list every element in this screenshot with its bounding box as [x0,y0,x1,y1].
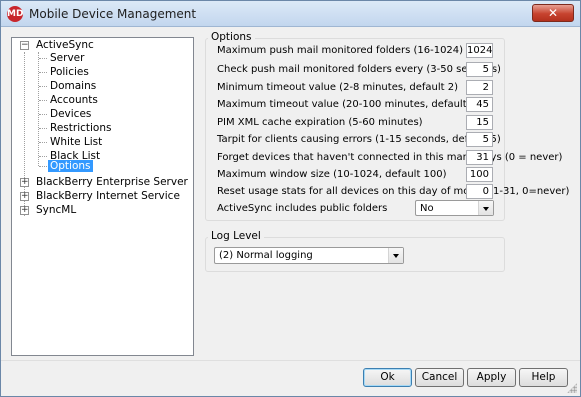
option-label: Minimum timeout value (2-8 minutes, defa… [217,82,459,93]
option-label: Reset usage stats for all devices on thi… [217,186,570,197]
reset-stats-day-input[interactable]: 0 [466,184,493,199]
forget-devices-days-input[interactable]: 31 [466,150,493,165]
option-label: Maximum timeout value (20-100 minutes, d… [217,99,487,110]
option-label: PIM XML cache expiration (5-60 minutes) [217,117,423,128]
tree-node-white-list[interactable]: White List [48,135,104,149]
max-window-size-input[interactable]: 100 [466,167,493,182]
tree-node-accounts[interactable]: Accounts [48,93,100,107]
window-title: Mobile Device Management [29,7,197,21]
option-label: Check push mail monitored folders every … [217,64,501,75]
tree-node-restrictions[interactable]: Restrictions [48,121,113,135]
cancel-button[interactable]: Cancel [415,368,464,387]
mdm-window: MD Mobile Device Management ✕ − ActiveSy… [0,0,581,397]
title-bar: MD Mobile Device Management ✕ [1,1,580,27]
tree-node-blackberry-enterprise-server[interactable]: BlackBerry Enterprise Server [34,175,190,189]
tree-node-server[interactable]: Server [48,51,86,65]
app-logo-icon: MD [7,6,23,22]
tree-node-syncml[interactable]: SyncML [34,203,78,217]
apply-button[interactable]: Apply [467,368,516,387]
pim-cache-expiration-input[interactable]: 15 [466,115,493,130]
option-label: Maximum push mail monitored folders (16-… [217,45,464,56]
ok-button[interactable]: Ok [363,368,412,387]
options-group-title: Options [208,31,255,43]
navigation-tree[interactable]: − ActiveSync Server Policies Domains Acc… [11,37,194,356]
footer-divider [1,360,580,361]
option-label: Maximum window size (10-1024, default 10… [217,169,447,180]
collapse-icon[interactable]: − [20,41,29,50]
expand-icon[interactable]: + [20,206,29,215]
help-button[interactable]: Help [519,368,568,387]
tree-connector [38,52,39,166]
select-value: (2) Normal logging [219,250,313,261]
check-push-interval-input[interactable]: 5 [466,62,493,77]
tarpit-input[interactable]: 5 [466,132,493,147]
tree-node-domains[interactable]: Domains [48,79,98,93]
tree-node-policies[interactable]: Policies [48,65,91,79]
expand-icon[interactable]: + [20,192,29,201]
tree-node-activesync[interactable]: ActiveSync [34,38,96,52]
resize-grip-icon[interactable] [567,383,577,393]
dropdown-arrow-icon [388,248,403,263]
tree-node-label: ActiveSync [36,39,94,51]
option-label: Tarpit for clients causing errors (1-15 … [217,134,501,145]
tree-node-devices[interactable]: Devices [48,107,93,121]
select-value: No [420,203,434,214]
log-level-group-title: Log Level [208,230,264,242]
max-timeout-input[interactable]: 45 [466,97,493,112]
public-folders-select[interactable]: No [415,200,494,216]
log-level-select[interactable]: (2) Normal logging [214,247,404,264]
option-label: Forget devices that haven't connected in… [217,152,563,163]
expand-icon[interactable]: + [20,178,29,187]
close-button[interactable]: ✕ [532,4,574,22]
max-push-folders-input[interactable]: 1024 [466,43,493,58]
option-label: ActiveSync includes public folders [217,203,388,214]
dropdown-arrow-icon [478,201,493,215]
tree-node-options[interactable]: Options [48,159,93,173]
min-timeout-input[interactable]: 2 [466,80,493,95]
tree-node-blackberry-internet-service[interactable]: BlackBerry Internet Service [34,189,182,203]
